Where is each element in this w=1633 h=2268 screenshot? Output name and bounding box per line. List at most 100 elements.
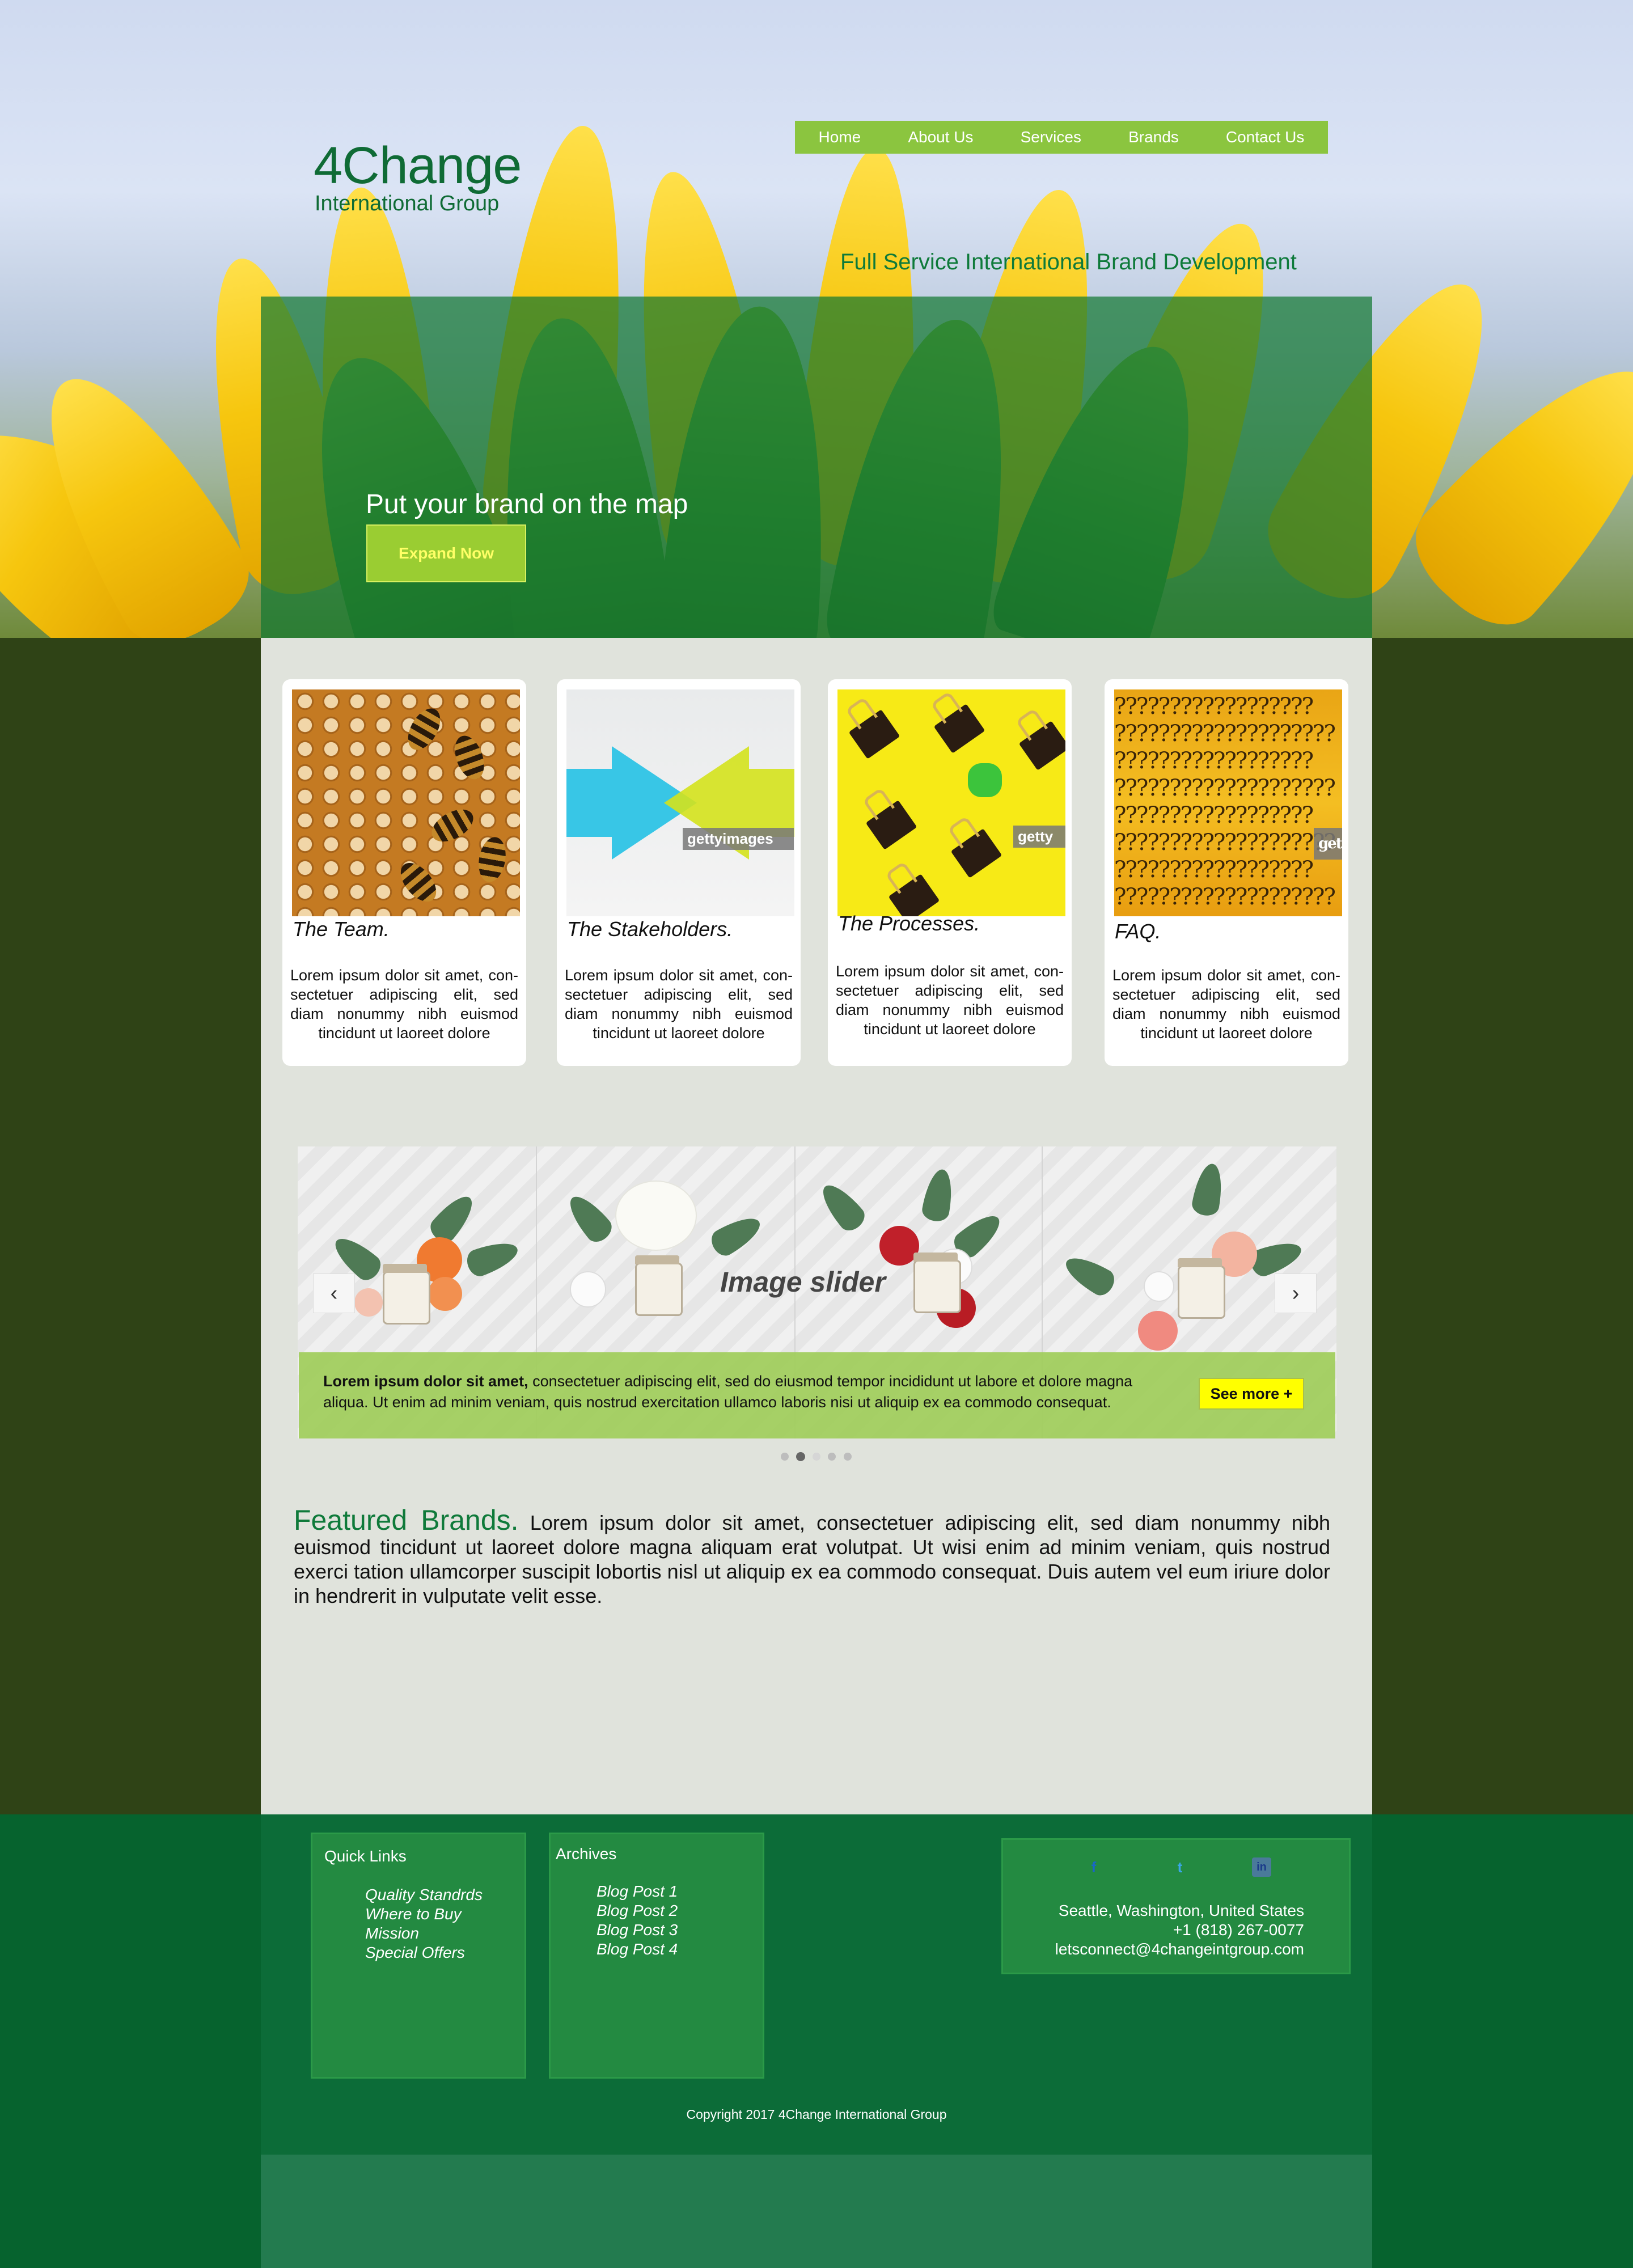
footer-bottom-band [261, 2155, 1372, 2268]
slider-next-button[interactable]: › [1275, 1273, 1317, 1313]
leaf [1060, 1250, 1119, 1300]
candle-jar [635, 1255, 683, 1316]
logo-name[interactable]: 4Change [314, 136, 522, 196]
hero-headline: Put your brand on the map [366, 489, 688, 519]
card-text: Lorem ipsum dolor sit amet, con-sectetue… [1112, 967, 1340, 1042]
slider-dot-4[interactable] [828, 1453, 836, 1461]
flower [570, 1271, 606, 1308]
card-text: Lorem ipsum dolor sit amet, con-sectetue… [565, 967, 793, 1042]
nav-about-us[interactable]: About Us [908, 128, 973, 146]
qm-row: ???????????????????? [1114, 830, 1336, 856]
leaf [920, 1167, 957, 1224]
candle-jar [1178, 1258, 1225, 1319]
link-quality-standards[interactable]: Quality Standrds [365, 1886, 483, 1904]
twitter-icon[interactable]: t [1170, 1857, 1190, 1877]
link-blog-post-4[interactable]: Blog Post 4 [596, 1940, 678, 1958]
link-mission[interactable]: Mission [365, 1924, 419, 1943]
card-title: The Team. [293, 917, 390, 941]
contact-email[interactable]: letsconnect@4changeintgroup.com [1055, 1940, 1304, 1958]
hero-tagline: Full Service International Brand Develop… [840, 249, 1297, 274]
see-more-button[interactable]: See more + [1199, 1378, 1304, 1410]
qm-row: ?????????????????? [1114, 857, 1314, 883]
qm-row: ???????????????????? [1114, 884, 1336, 910]
card-text: Lorem ipsum dolor sit amet, con-sectetue… [290, 967, 518, 1042]
slider-title: Image slider [720, 1266, 886, 1298]
link-blog-post-1[interactable]: Blog Post 1 [596, 1882, 678, 1901]
ranunculus [1138, 1311, 1178, 1351]
arrow-shaft [749, 769, 794, 837]
qm-row: ???????????????????? [1114, 775, 1336, 801]
bee [426, 803, 479, 848]
bee [394, 856, 443, 908]
link-special-offers[interactable]: Special Offers [365, 1944, 465, 1962]
clip [950, 828, 1002, 878]
card-faq[interactable]: ?????????????????? ???????????????????? … [1105, 679, 1348, 1066]
green-clip [968, 763, 1002, 797]
chevron-right-icon: › [1292, 1281, 1300, 1305]
honeycomb-image [292, 689, 520, 916]
leaf [707, 1210, 766, 1260]
clip [1018, 721, 1065, 771]
candle-jar [383, 1264, 430, 1325]
slider-dot-2[interactable] [796, 1452, 805, 1461]
qm-row: ?????????????????? [1114, 748, 1314, 774]
link-where-to-buy[interactable]: Where to Buy [365, 1905, 462, 1923]
qm-row: ?????????????????? [1114, 693, 1314, 720]
qm-row: ?????????????????? [1114, 802, 1314, 828]
clip [888, 874, 940, 916]
featured-brands-section: Featured Brands. Lorem ipsum dolor sit a… [294, 1506, 1330, 1608]
leaf [562, 1189, 616, 1247]
watermark: getty [1013, 826, 1065, 848]
facebook-icon[interactable]: f [1084, 1857, 1103, 1877]
slider-caption-text: Lorem ipsum dolor sit amet, consectetuer… [323, 1371, 1162, 1413]
qm-row: ???????????????????? [1114, 721, 1336, 747]
linkedin-icon[interactable]: in [1252, 1857, 1271, 1877]
clip [865, 800, 917, 850]
card-team[interactable]: The Team. Lorem ipsum dolor sit amet, co… [282, 679, 526, 1066]
flower [428, 1277, 462, 1311]
leaf [1190, 1161, 1226, 1218]
bee [401, 703, 447, 756]
caption-bold: Lorem ipsum dolor sit amet, [323, 1373, 528, 1390]
flower [354, 1288, 383, 1317]
question-marks-image: ?????????????????? ???????????????????? … [1114, 689, 1342, 916]
card-stakeholders[interactable]: gettyimages The Stakeholders. Lorem ipsu… [557, 679, 801, 1066]
logo-subtitle: International Group [315, 192, 500, 215]
card-processes[interactable]: getty The Processes. Lorem ipsum dolor s… [828, 679, 1072, 1066]
quick-links-title: Quick Links [324, 1847, 407, 1865]
contact-phone: +1 (818) 267-0077 [1173, 1921, 1304, 1939]
nav-services[interactable]: Services [1021, 128, 1081, 146]
slider-prev-button[interactable]: ‹ [313, 1273, 355, 1313]
leaf [815, 1178, 869, 1235]
arrow-shaft [566, 769, 612, 837]
card-text: Lorem ipsum dolor sit amet, con-sectetue… [836, 963, 1064, 1038]
card-title: The Processes. [838, 912, 980, 935]
link-blog-post-2[interactable]: Blog Post 2 [596, 1902, 678, 1920]
clip [933, 704, 985, 754]
card-title: The Stakeholders. [567, 917, 733, 941]
lily [615, 1180, 697, 1251]
candle-jar [913, 1253, 961, 1313]
archives-title: Archives [556, 1845, 617, 1863]
main-nav: Home About Us Services Brands Contact Us [795, 121, 1328, 154]
leaf [463, 1235, 522, 1280]
nav-brands[interactable]: Brands [1128, 128, 1179, 146]
binder-clips-image: getty [837, 689, 1065, 916]
nav-contact-us[interactable]: Contact Us [1226, 128, 1305, 146]
card-title: FAQ. [1115, 920, 1161, 943]
watermark: get [1314, 828, 1342, 860]
bee [475, 835, 509, 885]
hero-overlay-panel [261, 297, 1372, 638]
slider-dot-3[interactable] [813, 1453, 820, 1461]
flower [1144, 1271, 1174, 1302]
copyright: Copyright 2017 4Change International Gro… [686, 2107, 947, 2122]
slider-dot-5[interactable] [844, 1453, 852, 1461]
bee [449, 731, 490, 784]
expand-now-button[interactable]: Expand Now [366, 524, 526, 582]
chevron-left-icon: ‹ [330, 1281, 338, 1305]
nav-home[interactable]: Home [819, 128, 861, 146]
contact-address: Seattle, Washington, United States [1058, 1902, 1304, 1919]
link-blog-post-3[interactable]: Blog Post 3 [596, 1921, 678, 1939]
slider-dot-1[interactable] [781, 1453, 789, 1461]
clip [848, 709, 900, 759]
